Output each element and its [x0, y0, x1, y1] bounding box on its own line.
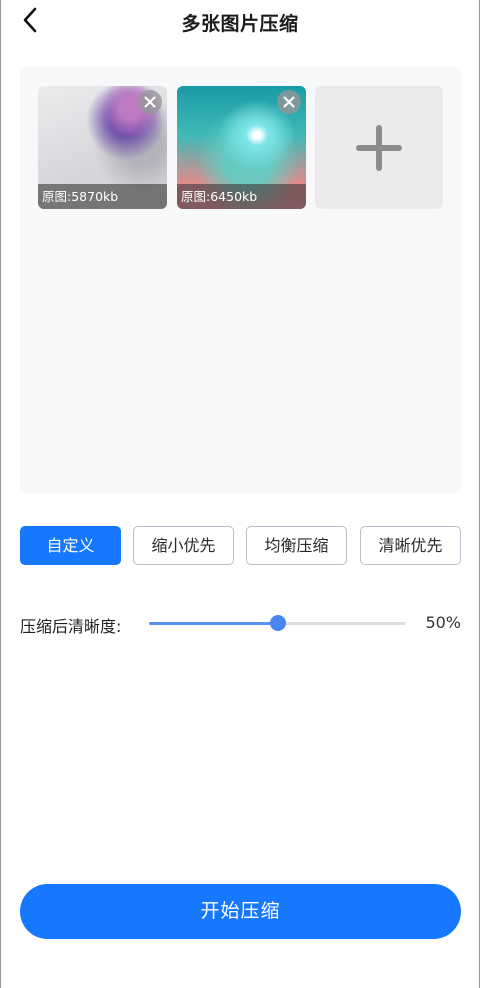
clarity-label: 压缩后清晰度:: [20, 617, 122, 636]
remove-image-button[interactable]: [277, 90, 301, 114]
clarity-value: 50%: [425, 613, 461, 632]
preset-size-first-button[interactable]: 缩小优先: [133, 526, 234, 565]
clarity-setting-row: 压缩后清晰度: 50%: [20, 610, 461, 638]
clarity-slider[interactable]: [149, 615, 406, 631]
window-left-edge: [0, 0, 1, 988]
header-bar: 多张图片压缩: [0, 0, 480, 42]
clarity-slider-fill: [149, 622, 278, 625]
plus-icon: [356, 124, 402, 171]
remove-image-button[interactable]: [138, 90, 162, 114]
close-icon: [144, 96, 156, 108]
image-thumbnail[interactable]: 原图:5870kb: [38, 86, 167, 209]
clarity-slider-thumb[interactable]: [269, 615, 286, 631]
preset-balanced-button[interactable]: 均衡压缩: [246, 526, 347, 565]
page-title: 多张图片压缩: [181, 13, 299, 35]
preset-custom-button[interactable]: 自定义: [20, 526, 121, 565]
image-size-caption: 原图:6450kb: [177, 184, 306, 209]
add-image-button[interactable]: [315, 86, 443, 209]
close-icon: [283, 96, 295, 108]
image-size-caption: 原图:5870kb: [38, 184, 167, 209]
image-grid-panel: 原图:5870kb 原图:6450kb: [20, 66, 461, 494]
start-compress-button[interactable]: 开始压缩: [20, 884, 461, 939]
compression-preset-group: 自定义 缩小优先 均衡压缩 清晰优先: [20, 526, 461, 565]
preset-clarity-first-button[interactable]: 清晰优先: [360, 526, 461, 565]
image-thumbnail[interactable]: 原图:6450kb: [177, 86, 306, 209]
